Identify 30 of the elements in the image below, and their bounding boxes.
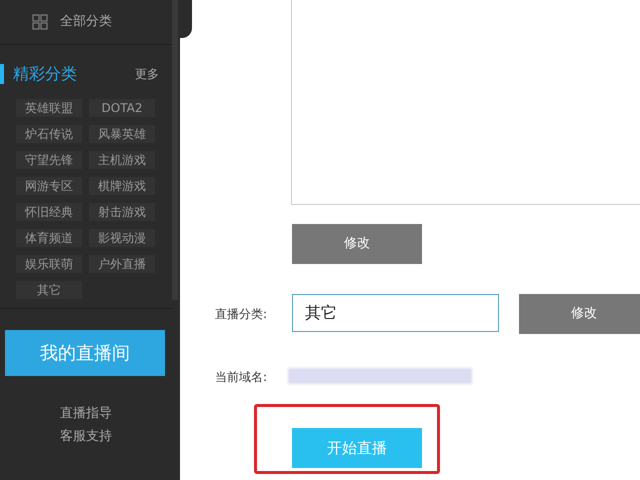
edit-button[interactable]: 修改 (519, 294, 640, 334)
sidebar-link[interactable]: 直播指导 (60, 404, 112, 424)
edit-button[interactable]: 修改 (292, 224, 422, 264)
all-categories-link[interactable]: 全部分类 (60, 12, 112, 32)
category-tag[interactable]: 体育频道 (16, 229, 82, 247)
category-tag[interactable]: 炉石传说 (16, 125, 82, 143)
category-tag[interactable]: 怀旧经典 (16, 203, 82, 221)
category-tag[interactable]: 户外直播 (89, 255, 155, 273)
category-tag[interactable]: 影视动漫 (89, 229, 155, 247)
category-tag[interactable]: 守望先锋 (16, 151, 82, 169)
my-room-button[interactable]: 我的直播间 (5, 330, 165, 376)
category-tag[interactable]: 网游专区 (16, 177, 82, 195)
category-tag[interactable]: 风暴英雄 (89, 125, 155, 143)
category-tag[interactable]: 英雄联盟 (16, 99, 82, 117)
sidebar-link[interactable]: 客服支持 (60, 426, 112, 446)
category-input[interactable]: 其它 (292, 294, 499, 332)
category-tag[interactable]: 主机游戏 (89, 151, 155, 169)
category-tag[interactable]: 棋牌游戏 (89, 177, 155, 195)
category-tag[interactable]: 娱乐联萌 (16, 255, 82, 273)
section-marker (0, 64, 4, 84)
more-link[interactable]: 更多 (135, 65, 159, 83)
scrollbar[interactable] (172, 0, 178, 300)
description-textarea[interactable] (291, 0, 640, 205)
category-label: 直播分类: (215, 306, 268, 323)
grid-icon[interactable] (32, 14, 48, 30)
category-tag[interactable]: 其它 (16, 281, 82, 299)
section-title: 精彩分类 (13, 63, 77, 85)
category-tag[interactable]: DOTA2 (89, 99, 155, 117)
category-tag[interactable]: 射击游戏 (89, 203, 155, 221)
domain-label: 当前域名: (215, 369, 268, 386)
